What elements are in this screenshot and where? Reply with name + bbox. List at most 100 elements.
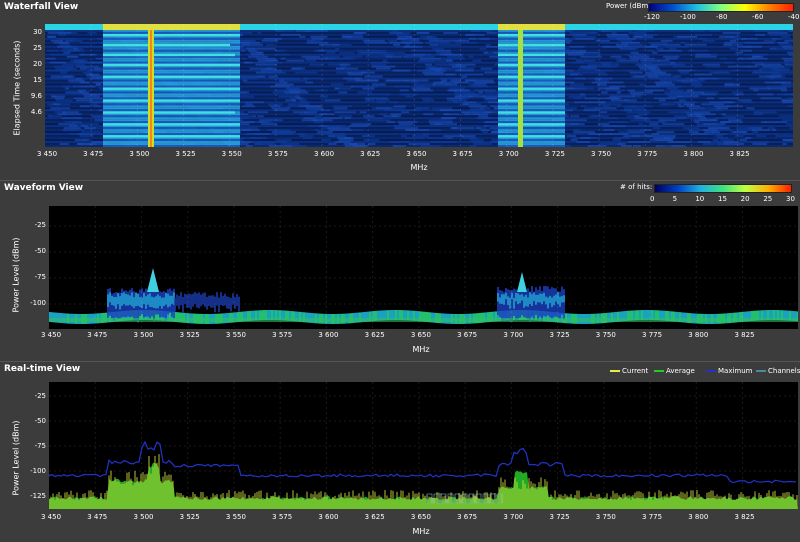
waterfall-noise [713,131,718,134]
waterfall-noise [48,115,62,118]
waterfall-noise [375,107,392,110]
waterfall-title: Waterfall View [4,2,79,12]
waterfall-noise [82,93,97,96]
waveform-signal [521,294,523,301]
waterfall-noise [377,101,386,104]
waterfall-noise [753,113,764,116]
waterfall-noise [626,129,648,132]
colorbar-tick-label: -100 [680,13,696,21]
waterfall-noise [570,115,580,118]
waterfall-noise [741,37,747,40]
waterfall-noise [417,69,435,72]
x-tick-label: 3 750 [595,513,616,521]
waveform-signal [117,293,119,305]
waterfall-noise [267,103,283,106]
waterfall-noise [46,49,60,52]
waterfall-noise [702,63,720,66]
waterfall-noise [609,133,629,136]
waveform-signal [535,294,537,305]
waterfall-noise [686,113,703,116]
waterfall-signal [103,107,240,110]
waterfall-noise [82,71,93,74]
x-tick-label: 3 625 [364,513,385,521]
legend-item-maximum[interactable]: Maximum [706,367,753,375]
waterfall-noise [791,55,793,58]
waterfall-signal [103,61,240,64]
waveform-signal [537,289,539,321]
waterfall-noise [252,47,276,50]
waterfall-noise [353,129,364,132]
waveform-signal [539,293,541,303]
waveform-plot[interactable] [49,206,798,329]
waterfall-signal [103,139,240,142]
waterfall-plot[interactable] [45,24,793,147]
waterfall-noise [77,143,86,146]
waterfall-noise [646,73,654,76]
waterfall-noise [393,69,411,72]
waterfall-noise [594,79,609,82]
legend-item-channels[interactable]: Channels [756,367,800,375]
waterfall-signal [103,131,240,134]
waterfall-noise [389,31,411,34]
waterfall-noise [716,107,729,110]
waterfall-noise [393,145,406,147]
waterfall-noise [564,47,570,50]
waterfall-noise [722,141,739,144]
legend-item-average[interactable]: Average [654,367,695,375]
waterfall-noise [261,55,268,58]
waterfall-signal [498,31,565,34]
y-tick-label: -75 [34,273,46,281]
waterfall-noise [573,97,583,100]
waterfall-noise [603,117,618,120]
waterfall-noise [365,55,387,58]
waterfall-noise [630,51,639,54]
legend-item-current[interactable]: Current [610,367,648,375]
waterfall-noise [286,87,302,90]
realtime-plot[interactable] [49,382,798,509]
waterfall-current-row [103,24,240,30]
waterfall-signal [103,105,240,108]
legend-swatch [706,370,716,372]
waterfall-noise [429,67,443,70]
y-tick-label: 20 [33,60,42,68]
waterfall-noise [415,107,431,110]
waterfall-noise [244,81,266,84]
waterfall-noise [780,83,793,86]
waterfall-noise [242,101,253,104]
waterfall-noise [629,71,643,74]
waveform-signal [515,293,517,302]
waterfall-noise [271,107,291,110]
waterfall-noise [632,35,643,38]
waterfall-noise [451,99,467,102]
waterfall-noise [754,29,771,32]
waterfall-noise [616,35,628,38]
waterfall-noise [723,101,736,104]
waterfall-noise [706,97,715,100]
waterfall-noise [68,79,85,82]
waterfall-noise [773,69,789,72]
waterfall-noise [61,117,83,120]
waterfall-noise [74,139,85,142]
waterfall-signal [498,73,565,76]
waterfall-noise [767,127,775,130]
waterfall-noise [665,57,678,60]
waterfall-noise [461,75,468,78]
waterfall-noise [566,135,577,138]
waterfall-noise [249,51,262,54]
waterfall-noise [338,115,353,118]
waterfall-noise [780,89,787,92]
waterfall-noise [739,139,747,142]
waterfall-noise [740,49,752,52]
waterfall-signal [498,83,565,86]
waterfall-noise [53,65,74,68]
waterfall-noise [314,115,322,118]
x-tick-label: 3 550 [225,513,246,521]
waterfall-noise [705,125,723,128]
waterfall-noise [693,119,717,122]
waterfall-current-row [498,24,565,30]
waterfall-noise [81,125,89,128]
waterfall-noise [778,115,793,118]
waterfall-noise [602,105,610,108]
x-tick-label: 3 700 [498,150,519,158]
waterfall-noise [628,55,637,58]
